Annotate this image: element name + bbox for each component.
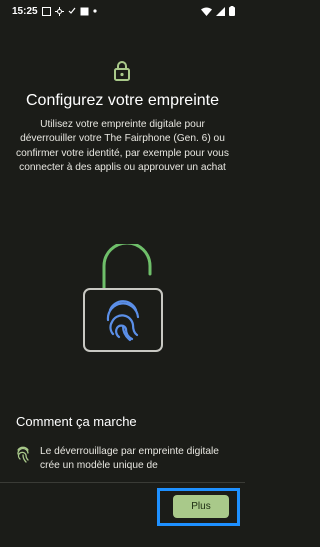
check-icon: [68, 7, 76, 14]
wifi-icon: [201, 7, 212, 16]
settings-icon: [54, 6, 64, 16]
open-shackle: [102, 244, 152, 291]
signal-icon: [216, 6, 225, 16]
status-bar: 15:25: [0, 0, 245, 22]
lock-icon: [114, 61, 130, 81]
status-time: 15:25: [12, 5, 38, 17]
how-it-works-item: Le déverrouillage par empreinte digitale…: [16, 445, 230, 474]
more-button[interactable]: Plus: [173, 495, 229, 518]
how-it-works-text: Le déverrouillage par empreinte digitale…: [40, 446, 219, 472]
page-title: Configurez votre empreinte: [26, 92, 219, 109]
status-right: [201, 6, 235, 16]
page-description: Utilisez votre empreinte digitale pour d…: [16, 119, 229, 174]
fingerprint-lock-illustration: [83, 244, 163, 352]
how-it-works-title: Comment ça marche: [16, 414, 137, 429]
screen-icon: [80, 7, 89, 15]
battery-icon: [229, 6, 235, 16]
notification-icon: [41, 6, 51, 16]
lock-body: [83, 288, 163, 352]
fingerprint-icon: [17, 446, 29, 463]
status-left: 15:25: [12, 6, 97, 17]
dot-icon: [92, 9, 97, 13]
